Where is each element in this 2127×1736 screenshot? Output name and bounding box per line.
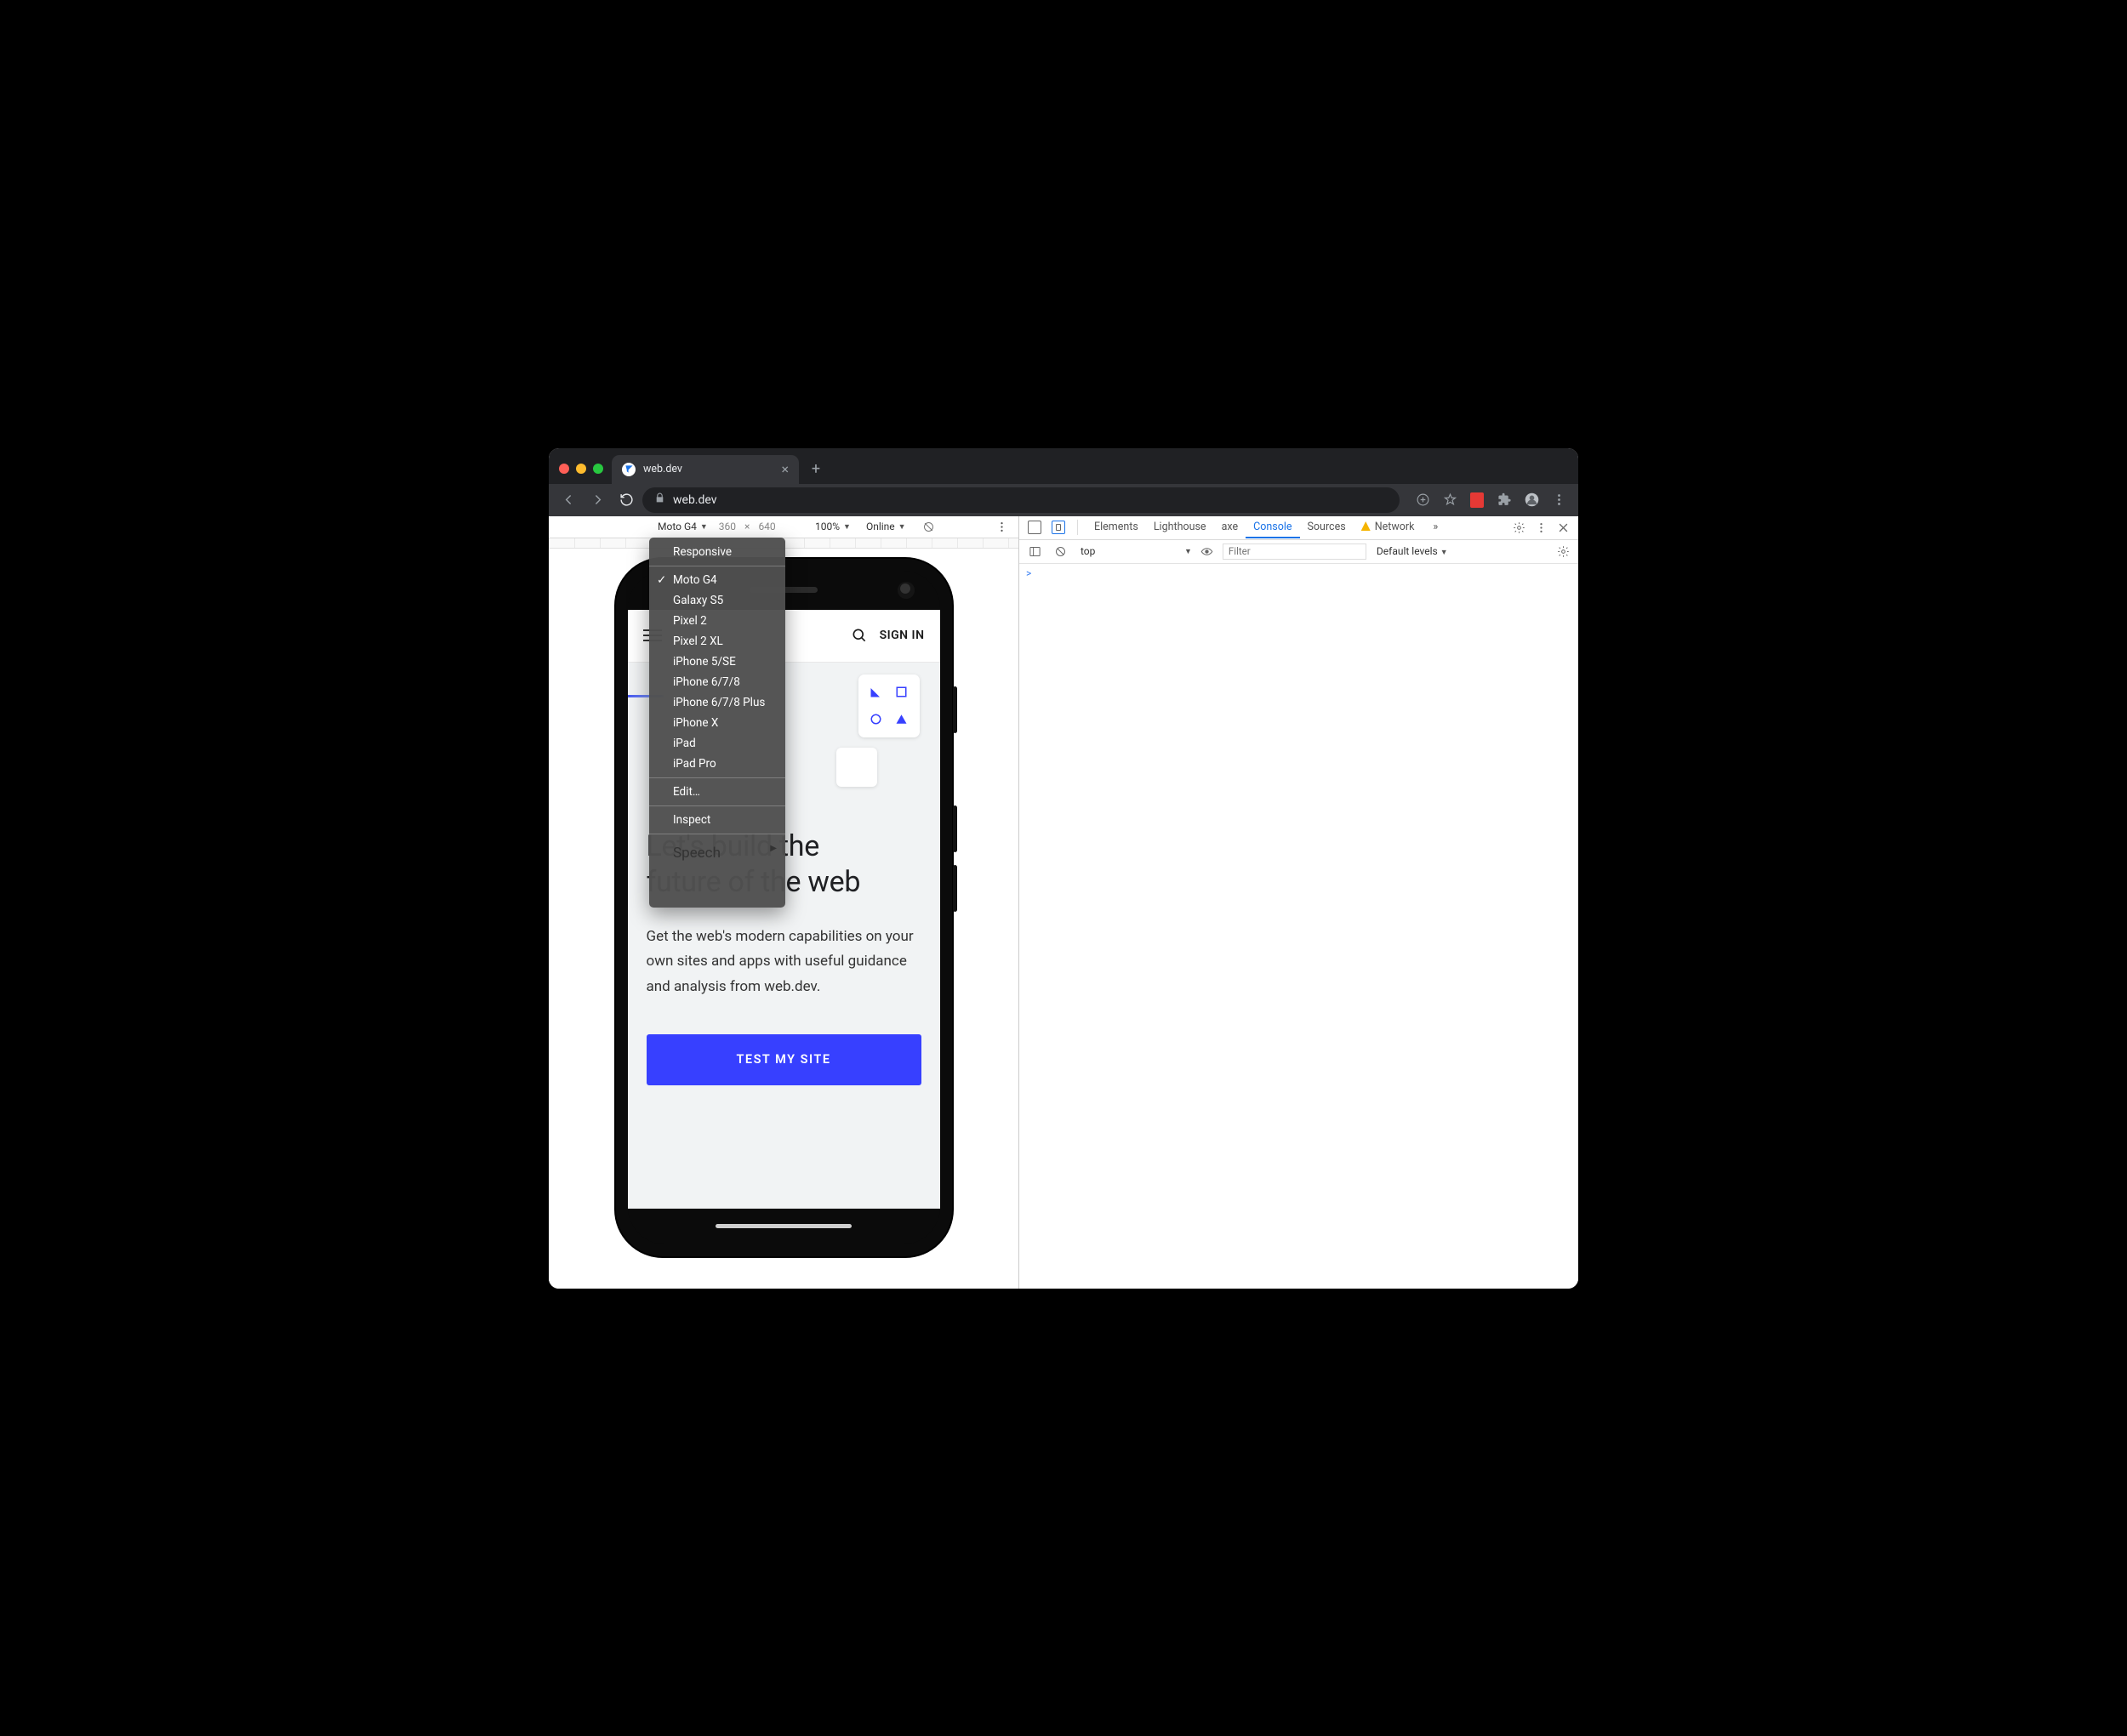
close-tab-icon[interactable]: ×: [781, 463, 789, 476]
toggle-device-icon[interactable]: [1048, 517, 1069, 538]
favicon-icon: [622, 463, 636, 476]
browser-tab[interactable]: web.dev ×: [612, 455, 799, 484]
inspect-element-icon[interactable]: [1024, 517, 1045, 538]
console-settings-icon[interactable]: [1553, 541, 1573, 561]
device-select[interactable]: Moto G4 ▼: [655, 520, 710, 533]
dropdown-item-inspect[interactable]: Inspect: [649, 810, 785, 830]
hero-card-secondary: [836, 748, 877, 787]
dropdown-item[interactable]: Responsive: [649, 542, 785, 562]
zoom-select[interactable]: 100% ▼: [813, 520, 853, 533]
devtools-tab[interactable]: Sources: [1300, 516, 1354, 538]
devtools-pane: ElementsLighthouseaxeConsoleSourcesNetwo…: [1019, 516, 1578, 1289]
dropdown-item[interactable]: Moto G4: [649, 570, 785, 590]
url-text: web.dev: [673, 493, 717, 507]
devtools-close-icon[interactable]: [1553, 517, 1573, 538]
console-output[interactable]: >: [1019, 564, 1578, 1289]
back-icon[interactable]: [556, 487, 581, 513]
devtools-tabbar: ElementsLighthouseaxeConsoleSourcesNetwo…: [1019, 516, 1578, 540]
bookmark-star-icon[interactable]: [1437, 487, 1463, 513]
extensions-puzzle-icon[interactable]: [1491, 487, 1517, 513]
device-toolbar: Moto G4 ▼ 360 × 640 100% ▼ Online ▼: [549, 516, 1018, 538]
omnibox[interactable]: web.dev: [642, 487, 1400, 513]
dropdown-item[interactable]: iPad Pro: [649, 754, 785, 774]
rotate-icon[interactable]: [919, 516, 939, 537]
context-select[interactable]: top: [1075, 544, 1179, 559]
console-sidebar-toggle-icon[interactable]: [1024, 541, 1045, 561]
dropdown-item[interactable]: Pixel 2 XL: [649, 631, 785, 652]
devtools-tab[interactable]: Lighthouse: [1146, 516, 1214, 538]
lock-icon: [654, 492, 665, 507]
add-page-icon[interactable]: [1410, 487, 1435, 513]
browser-menu-icon[interactable]: [1546, 487, 1571, 513]
minimize-window-icon[interactable]: [576, 464, 586, 474]
sign-in-label: SIGN IN: [880, 629, 925, 642]
dimension-separator: ×: [744, 521, 750, 532]
browser-window: web.dev × + web.dev Moto G4 ▼: [549, 448, 1578, 1289]
reload-icon[interactable]: [613, 487, 639, 513]
throttle-select[interactable]: Online ▼: [864, 520, 909, 533]
traffic-lights: [559, 464, 603, 474]
camera-icon: [898, 582, 915, 599]
power-button-icon: [953, 686, 957, 733]
sign-in-button[interactable]: SIGN IN: [851, 627, 925, 644]
devtools-tab-more[interactable]: »: [1425, 516, 1446, 538]
dropdown-item[interactable]: iPhone 5/SE: [649, 652, 785, 672]
page-subtitle: Get the web's modern capabilities on you…: [647, 925, 921, 1000]
maximize-window-icon[interactable]: [593, 464, 603, 474]
dropdown-item-speech[interactable]: Speech: [649, 838, 785, 870]
clear-console-icon[interactable]: [1050, 541, 1070, 561]
test-my-site-button[interactable]: TEST MY SITE: [647, 1034, 921, 1085]
address-bar: web.dev: [549, 484, 1578, 516]
volume-up-icon: [953, 805, 957, 852]
hero-card-shapes: [858, 674, 920, 737]
devtools-menu-icon[interactable]: [1531, 517, 1551, 538]
device-height[interactable]: 640: [755, 521, 778, 532]
dropdown-item[interactable]: iPhone X: [649, 713, 785, 733]
extension-icon[interactable]: [1464, 487, 1490, 513]
dropdown-item[interactable]: Galaxy S5: [649, 590, 785, 611]
new-tab-button[interactable]: +: [803, 457, 829, 482]
device-width[interactable]: 360: [716, 521, 739, 532]
phone-home-bar: [628, 1209, 940, 1244]
devtools-tab[interactable]: axe: [1214, 516, 1246, 538]
square-icon: [892, 683, 911, 703]
device-dropdown[interactable]: Responsive Moto G4Galaxy S5Pixel 2Pixel …: [649, 538, 785, 908]
dropdown-item[interactable]: iPhone 6/7/8 Plus: [649, 692, 785, 713]
dropdown-item[interactable]: Pixel 2: [649, 611, 785, 631]
console-filter-input[interactable]: [1223, 544, 1366, 560]
tab-title: web.dev: [643, 463, 682, 475]
dropdown-item-edit[interactable]: Edit…: [649, 782, 785, 802]
console-prompt-icon: >: [1026, 567, 1031, 579]
device-mode-pane: Moto G4 ▼ 360 × 640 100% ▼ Online ▼: [549, 516, 1019, 1289]
devtools-tab[interactable]: Network: [1354, 516, 1423, 538]
device-toolbar-menu-icon[interactable]: [991, 516, 1012, 537]
search-icon[interactable]: [851, 627, 868, 644]
devtools-tab[interactable]: Console: [1246, 516, 1299, 538]
dropdown-item[interactable]: iPad: [649, 733, 785, 754]
live-expression-icon[interactable]: [1197, 541, 1217, 561]
profile-avatar-icon[interactable]: [1519, 487, 1544, 513]
circle-icon: [867, 709, 886, 729]
log-levels-select[interactable]: Default levels ▼: [1371, 545, 1453, 557]
devtools-settings-icon[interactable]: [1508, 517, 1529, 538]
close-window-icon[interactable]: [559, 464, 569, 474]
title-bar: web.dev × +: [549, 448, 1578, 484]
solid-triangle-icon: [892, 709, 911, 729]
triangle-icon: [867, 683, 886, 703]
volume-down-icon: [953, 865, 957, 912]
dropdown-item[interactable]: iPhone 6/7/8: [649, 672, 785, 692]
forward-icon[interactable]: [584, 487, 610, 513]
console-toolbar: top▼ Default levels ▼: [1019, 540, 1578, 564]
devtools-tab[interactable]: Elements: [1086, 516, 1146, 538]
